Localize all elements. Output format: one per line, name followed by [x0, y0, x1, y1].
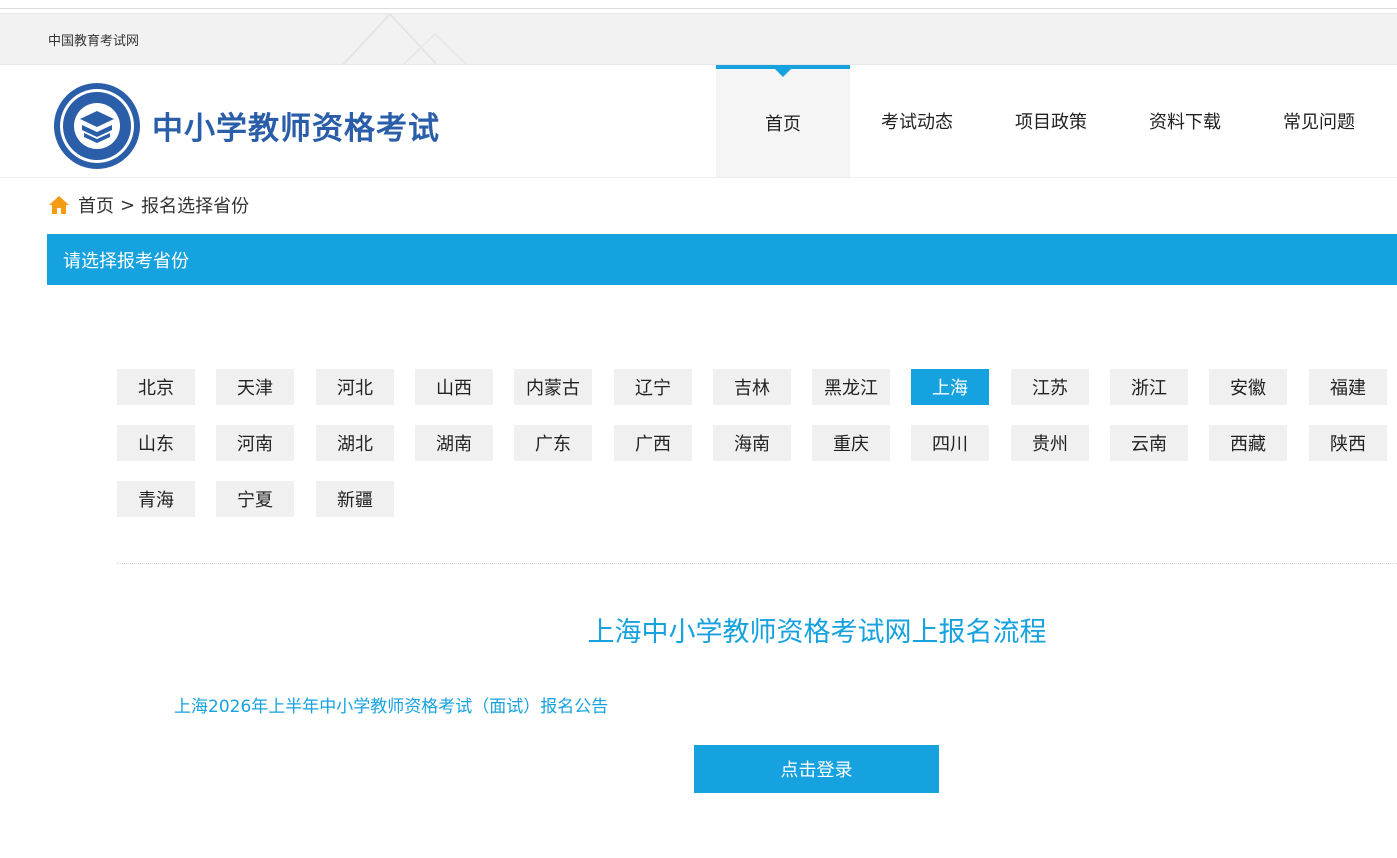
- province-1[interactable]: 天津: [216, 369, 294, 405]
- top-bar: 中国教育考试网: [0, 14, 1397, 65]
- main-nav: 首页 考试动态 项目政策 资料下载 常见问题: [716, 65, 1386, 177]
- divider: [117, 563, 1397, 564]
- header: 中小学教师资格考试 首页 考试动态 项目政策 资料下载 常见问题: [0, 65, 1397, 178]
- province-13[interactable]: 山东: [117, 425, 195, 461]
- province-12[interactable]: 福建: [1309, 369, 1387, 405]
- province-5[interactable]: 辽宁: [614, 369, 692, 405]
- breadcrumb-home-link[interactable]: 首页: [78, 192, 114, 218]
- province-15[interactable]: 湖北: [316, 425, 394, 461]
- province-2[interactable]: 河北: [316, 369, 394, 405]
- province-10[interactable]: 浙江: [1110, 369, 1188, 405]
- province-27[interactable]: 宁夏: [216, 481, 294, 517]
- province-16[interactable]: 湖南: [415, 425, 493, 461]
- province-17[interactable]: 广东: [514, 425, 592, 461]
- province-18[interactable]: 广西: [614, 425, 692, 461]
- home-icon: [49, 196, 69, 214]
- province-11[interactable]: 安徽: [1209, 369, 1287, 405]
- section-header: 请选择报考省份: [47, 234, 1397, 285]
- breadcrumb-separator: >: [120, 194, 136, 216]
- province-22[interactable]: 贵州: [1011, 425, 1089, 461]
- nav-item-downloads[interactable]: 资料下载: [1118, 65, 1252, 177]
- nav-item-home[interactable]: 首页: [716, 65, 850, 177]
- nav-item-policy[interactable]: 项目政策: [984, 65, 1118, 177]
- province-26[interactable]: 青海: [117, 481, 195, 517]
- top-border: [0, 0, 1397, 14]
- province-21[interactable]: 四川: [911, 425, 989, 461]
- site-title: 中小学教师资格考试: [152, 111, 440, 147]
- province-19[interactable]: 海南: [713, 425, 791, 461]
- province-23[interactable]: 云南: [1110, 425, 1188, 461]
- province-8[interactable]: 上海: [911, 369, 989, 405]
- province-9[interactable]: 江苏: [1011, 369, 1089, 405]
- nav-item-exam-news[interactable]: 考试动态: [850, 65, 984, 177]
- province-25[interactable]: 陕西: [1309, 425, 1387, 461]
- province-3[interactable]: 山西: [415, 369, 493, 405]
- notice-link[interactable]: 上海2026年上半年中小学教师资格考试（面试）报名公告: [174, 692, 608, 717]
- breadcrumb: 首页 > 报名选择省份: [48, 192, 249, 218]
- nav-item-faq[interactable]: 常见问题: [1252, 65, 1386, 177]
- section-title: 请选择报考省份: [63, 251, 189, 272]
- mountain-watermark-icon: [342, 14, 468, 64]
- province-14[interactable]: 河南: [216, 425, 294, 461]
- province-20[interactable]: 重庆: [812, 425, 890, 461]
- breadcrumb-current: 报名选择省份: [141, 196, 250, 217]
- province-24[interactable]: 西藏: [1209, 425, 1287, 461]
- province-28[interactable]: 新疆: [316, 481, 394, 517]
- logo-emblem-icon[interactable]: [52, 81, 142, 171]
- login-button[interactable]: 点击登录: [694, 745, 939, 793]
- province-4[interactable]: 内蒙古: [514, 369, 592, 405]
- province-7[interactable]: 黑龙江: [812, 369, 890, 405]
- flow-title: 上海中小学教师资格考试网上报名流程: [587, 617, 1047, 648]
- site-name-link[interactable]: 中国教育考试网: [48, 30, 139, 49]
- province-0[interactable]: 北京: [117, 369, 195, 405]
- province-6[interactable]: 吉林: [713, 369, 791, 405]
